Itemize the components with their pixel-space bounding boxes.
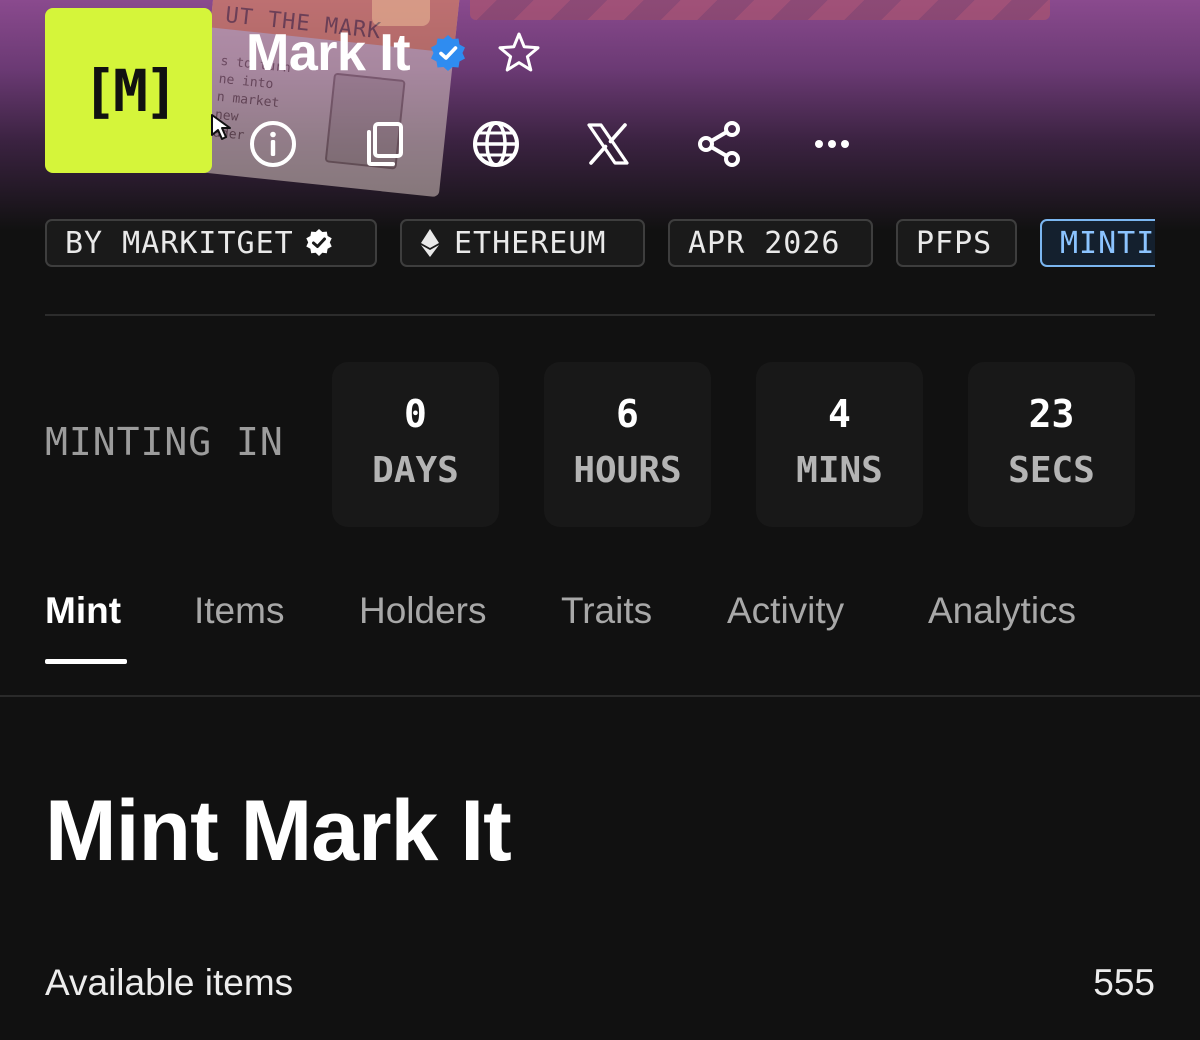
- countdown-days: 0 DAYS: [332, 362, 499, 527]
- countdown-hours: 6 HOURS: [544, 362, 711, 527]
- title-row: Mark It: [246, 22, 542, 84]
- chain-tag[interactable]: ETHEREUM: [400, 219, 645, 267]
- collection-title: Mark It: [246, 24, 411, 82]
- active-tab-indicator: [45, 659, 127, 664]
- category-tag[interactable]: PFPS: [896, 219, 1017, 267]
- copy-icon: [367, 122, 403, 166]
- verified-badge-icon: [431, 35, 466, 71]
- countdown-days-unit: DAYS: [372, 450, 459, 491]
- available-items-value: 555: [1093, 962, 1155, 1003]
- status-tag: MINTI: [1040, 219, 1155, 267]
- tab-traits[interactable]: Traits: [561, 590, 652, 632]
- collection-logo: [M]: [45, 8, 231, 173]
- mint-heading: Mint Mark It: [45, 783, 512, 879]
- x-logo-icon: [587, 123, 629, 165]
- info-icon: [250, 121, 296, 167]
- more-options-button[interactable]: [806, 118, 858, 170]
- tab-items[interactable]: Items: [194, 590, 284, 632]
- x-social-button[interactable]: [582, 118, 634, 170]
- countdown-secs-unit: SECS: [1008, 450, 1095, 491]
- countdown-secs-value: 23: [1028, 392, 1075, 436]
- copy-button[interactable]: [358, 118, 410, 170]
- divider: [45, 314, 1155, 316]
- share-button[interactable]: [694, 118, 746, 170]
- ethereum-icon: [421, 229, 439, 257]
- share-icon: [698, 121, 740, 167]
- tab-holders[interactable]: Holders: [359, 590, 487, 632]
- creator-tag[interactable]: BY MARKITGET: [45, 219, 377, 267]
- more-icon: [815, 140, 849, 148]
- cursor-icon: [211, 114, 231, 140]
- countdown-mins-value: 4: [828, 392, 851, 436]
- tab-mint[interactable]: Mint: [45, 590, 121, 632]
- info-button[interactable]: [247, 118, 299, 170]
- globe-icon: [473, 121, 519, 167]
- logo-text: [M]: [82, 56, 179, 125]
- tab-analytics[interactable]: Analytics: [928, 590, 1076, 632]
- countdown-mins-unit: MINS: [796, 450, 883, 491]
- favorite-star-button[interactable]: [496, 30, 542, 76]
- countdown-secs: 23 SECS: [968, 362, 1135, 527]
- star-icon: [498, 32, 540, 72]
- available-items-label: Available items: [45, 962, 294, 1003]
- website-button[interactable]: [470, 118, 522, 170]
- verified-creator-icon: [306, 229, 332, 256]
- tab-activity[interactable]: Activity: [727, 590, 844, 632]
- tabs-divider: [0, 695, 1200, 697]
- countdown-label: MINTING IN: [45, 420, 284, 464]
- countdown-hours-value: 6: [616, 392, 639, 436]
- collection-tags: BY MARKITGET ETHEREUM APR 2026 PFPS MINT…: [45, 219, 1155, 269]
- date-tag: APR 2026: [668, 219, 873, 267]
- countdown-hours-unit: HOURS: [573, 450, 682, 491]
- banner-stripe: [470, 0, 1050, 20]
- countdown-mins: 4 MINS: [756, 362, 923, 527]
- countdown-days-value: 0: [404, 392, 427, 436]
